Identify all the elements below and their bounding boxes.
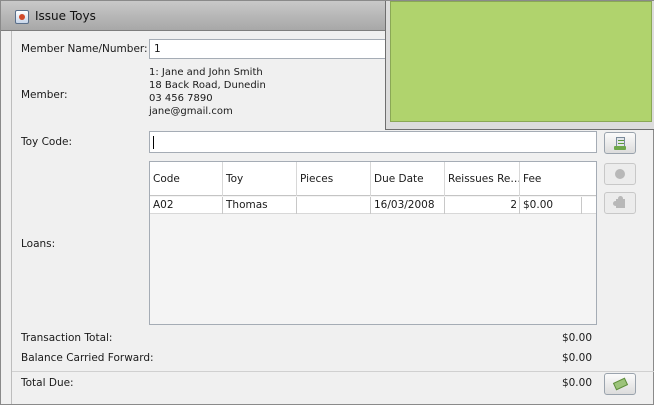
column-header-due-date[interactable]: Due Date: [371, 162, 445, 196]
window-title: Issue Toys: [35, 9, 96, 23]
pay-button[interactable]: [604, 373, 636, 395]
transaction-total-label: Transaction Total:: [21, 332, 113, 344]
total-due-value: $0.00: [561, 377, 592, 389]
overlapping-window[interactable]: [385, 1, 654, 130]
column-header-fee[interactable]: Fee: [520, 162, 596, 196]
column-header-reissues[interactable]: Reissues Re…: [445, 162, 520, 196]
puzzle-icon: [612, 195, 628, 211]
cell-pieces: [297, 197, 371, 214]
column-header-code[interactable]: Code: [150, 162, 223, 196]
issue-toys-window: Issue Toys Member Name/Number: 1 Member:…: [0, 0, 654, 405]
toy-code-field[interactable]: [149, 131, 597, 153]
cell-due-date: 16/03/2008: [371, 197, 445, 214]
member-name-label: Member Name/Number:: [21, 43, 148, 55]
remove-loan-icon: [612, 166, 628, 182]
column-header-toy[interactable]: Toy: [223, 162, 297, 196]
reissue-button[interactable]: [604, 192, 636, 214]
member-info: 1: Jane and John Smith 18 Back Road, Dun…: [149, 66, 389, 118]
green-panel: [390, 1, 652, 122]
toy-code-label: Toy Code:: [21, 136, 73, 148]
member-info-line: 18 Back Road, Dunedin: [149, 80, 266, 91]
divider: [12, 371, 654, 372]
transaction-total-value: $0.00: [561, 332, 592, 344]
loans-table-header: Code Toy Pieces Due Date Reissues Re… Fe…: [150, 162, 596, 196]
member-info-line: 03 456 7890: [149, 93, 213, 104]
member-label: Member:: [21, 89, 68, 101]
column-header-pieces[interactable]: Pieces: [297, 162, 371, 196]
member-info-line: jane@gmail.com: [149, 106, 233, 117]
cell-code: A02: [150, 197, 223, 214]
java-app-icon: [15, 10, 29, 24]
remove-loan-button[interactable]: [604, 163, 636, 185]
cell-reissues: 2: [445, 197, 520, 214]
balance-carried-forward-label: Balance Carried Forward:: [21, 352, 154, 364]
cell-fee: $0.00: [520, 197, 582, 214]
money-icon: [612, 376, 629, 392]
loans-table[interactable]: Code Toy Pieces Due Date Reissues Re… Fe…: [149, 161, 597, 325]
text-caret: [153, 136, 154, 149]
table-row[interactable]: A02 Thomas 16/03/2008 2 $0.00: [150, 197, 596, 214]
member-info-line: 1: Jane and John Smith: [149, 67, 263, 78]
total-due-label: Total Due:: [21, 377, 74, 389]
loans-label: Loans:: [21, 238, 56, 250]
cell-toy: Thomas: [223, 197, 297, 214]
add-toy-button[interactable]: [604, 132, 636, 154]
add-toy-icon: [612, 135, 628, 151]
balance-carried-forward-value: $0.00: [561, 352, 592, 364]
